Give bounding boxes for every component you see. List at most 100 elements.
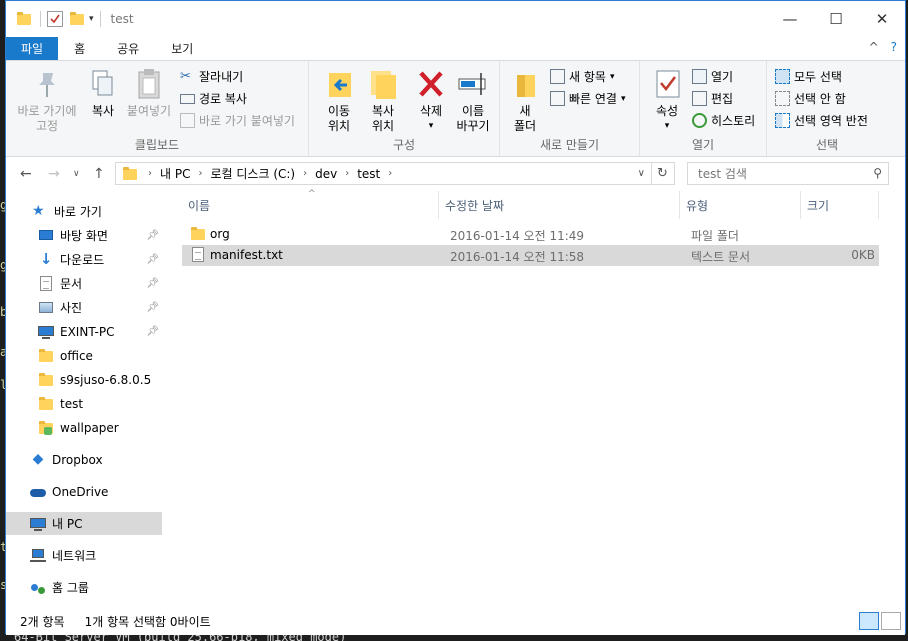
file-row[interactable]: manifest.txt 2016-01-14 오전 11:58 텍스트 문서 … (182, 245, 879, 266)
properties-check-icon[interactable] (47, 11, 63, 27)
nav-network[interactable]: 네트워크 (6, 544, 162, 567)
pin-icon[interactable]: 📌︎ (146, 254, 159, 265)
column-header-type[interactable]: 유형 (680, 191, 801, 219)
nav-item-downloads[interactable]: ↓ 다운로드 📌︎ (6, 248, 162, 271)
column-header-name[interactable]: 이름 (182, 191, 439, 219)
easy-access-button[interactable]: 빠른 연결 ▾ (550, 88, 626, 109)
select-all-label: 모두 선택 (794, 70, 842, 84)
invert-selection-button[interactable]: 선택 영역 반전 (775, 110, 868, 131)
nav-onedrive[interactable]: OneDrive (6, 480, 162, 503)
nav-item-desktop[interactable]: 바탕 화면 📌︎ (6, 224, 162, 247)
tab-home[interactable]: 홈 (58, 37, 101, 60)
select-none-label: 선택 안 함 (794, 92, 846, 106)
nav-dropbox-label: Dropbox (52, 452, 103, 467)
help-icon[interactable]: ? (891, 40, 897, 54)
pin-icon[interactable]: 📌︎ (146, 278, 159, 289)
breadcrumb-test[interactable]: test (357, 167, 380, 181)
nav-quick-access[interactable]: ★ 바로 가기 (6, 200, 162, 223)
select-none-button[interactable]: 선택 안 함 (775, 88, 846, 109)
column-header-size[interactable]: 크기 (801, 191, 879, 219)
tab-view[interactable]: 보기 (155, 37, 209, 60)
copy-path-label: 경로 복사 (199, 92, 247, 106)
back-arrow-icon[interactable]: ← (20, 166, 32, 182)
close-button[interactable]: ✕ (859, 1, 905, 37)
delete-dropdown-icon[interactable]: ▾ (429, 119, 434, 134)
file-date: 2016-01-14 오전 11:58 (450, 250, 585, 264)
history-button[interactable]: 히스토리 (692, 110, 755, 131)
search-box[interactable]: test 검색 ⚲ (687, 162, 889, 185)
recent-dropdown-icon[interactable]: ∨ (73, 169, 80, 179)
up-arrow-icon[interactable]: ↑ (93, 166, 105, 182)
select-all-button[interactable]: 모두 선택 (775, 66, 842, 87)
nav-item-office[interactable]: office (6, 344, 162, 367)
status-bar: 2개 항목 1개 항목 선택함 0바이트 (6, 607, 905, 635)
properties-button[interactable]: 속성 ▾ (650, 67, 684, 134)
nav-item-label: s9sjuso-6.8.0.5 (60, 372, 152, 387)
rename-label: 이름 바꾸기 (456, 104, 490, 133)
minimize-button[interactable]: — (767, 1, 813, 37)
new-folder-icon[interactable] (69, 11, 85, 27)
copy-to-label: 복사 위치 (371, 104, 395, 133)
nav-item-wallpaper[interactable]: wallpaper (6, 416, 162, 439)
nav-item-label: 바탕 화면 (60, 229, 108, 243)
pin-icon[interactable]: 📌︎ (146, 230, 159, 241)
copy-path-button[interactable]: 경로 복사 (180, 88, 247, 109)
move-to-button[interactable]: 이동 위치 (319, 67, 359, 134)
nav-dropbox[interactable]: ◆ Dropbox (6, 448, 162, 471)
details-view-icon[interactable] (859, 612, 879, 630)
qa-dropdown-icon[interactable]: ▾ (89, 14, 94, 24)
cut-button[interactable]: ✂ 잘라내기 (180, 66, 243, 87)
text-file-icon (190, 247, 206, 263)
pin-icon[interactable]: 📌︎ (146, 326, 159, 337)
search-placeholder: test 검색 (698, 167, 747, 181)
properties-icon (651, 67, 683, 101)
organize-group-label: 구성 (392, 138, 416, 152)
copy-button[interactable]: 복사 (86, 67, 120, 119)
explorer-window: ▾ test — ☐ ✕ 파일 홈 공유 보기 ^ ? 바로 가기에 고정 복사… (5, 0, 906, 635)
rename-button[interactable]: 이름 바꾸기 (453, 67, 493, 134)
column-header-date[interactable]: 수정한 날짜 (439, 191, 680, 219)
file-row[interactable]: org 2016-01-14 오전 11:49 파일 폴더 (182, 224, 879, 245)
nav-item-exint-pc[interactable]: EXINT-PC 📌︎ (6, 320, 162, 343)
address-dropdown-icon[interactable]: ∨ (638, 168, 645, 179)
easy-access-dropdown-icon[interactable]: ▾ (621, 94, 626, 104)
address-bar[interactable]: › 내 PC › 로컬 디스크 (C:) › dev › test › ∨ (115, 162, 652, 185)
new-folder-button[interactable]: 새 폴더 (508, 67, 542, 134)
nav-item-test[interactable]: test (6, 392, 162, 415)
new-item-dropdown-icon[interactable]: ▾ (610, 72, 615, 82)
breadcrumb-this-pc[interactable]: 내 PC (160, 165, 190, 182)
download-icon: ↓ (39, 249, 53, 268)
open-label: 열기 (711, 70, 734, 84)
refresh-button[interactable]: ↻ (651, 162, 675, 185)
new-group: 새 폴더 새 항목 ▾ 빠른 연결 ▾ 새로 만들기 (500, 61, 640, 156)
maximize-button[interactable]: ☐ (813, 1, 859, 37)
nav-item-pictures[interactable]: 사진 📌︎ (6, 296, 162, 319)
large-icons-view-icon[interactable] (881, 612, 901, 630)
tab-file[interactable]: 파일 (6, 37, 59, 60)
nav-homegroup[interactable]: 홈 그룹 (6, 576, 162, 599)
nav-item-documents[interactable]: 문서 📌︎ (6, 272, 162, 295)
edit-icon (692, 91, 707, 106)
paste-shortcut-button[interactable]: 바로 가기 붙여넣기 (180, 110, 295, 131)
nav-this-pc[interactable]: 내 PC (6, 512, 162, 535)
select-all-icon (775, 69, 790, 84)
folder-icon (38, 348, 54, 364)
ribbon-collapse-icon[interactable]: ^ (869, 40, 879, 54)
paste-button[interactable]: 붙여넣기 (124, 67, 174, 119)
select-group: 모두 선택 선택 안 함 선택 영역 반전 선택 (767, 61, 887, 156)
copy-to-button[interactable]: 복사 위치 (363, 67, 403, 134)
pin-quick-access-button[interactable]: 바로 가기에 고정 (12, 67, 82, 134)
nav-item-s9sjuso[interactable]: s9sjuso-6.8.0.5 (6, 368, 162, 391)
tab-share[interactable]: 공유 (101, 37, 155, 60)
breadcrumb-local-disk[interactable]: 로컬 디스크 (C:) (210, 165, 295, 182)
delete-button[interactable]: 삭제 ▾ (413, 67, 449, 134)
paste-shortcut-label: 바로 가기 붙여넣기 (199, 114, 295, 128)
column-size-label: 크기 (807, 198, 830, 213)
pin-icon[interactable]: 📌︎ (146, 302, 159, 313)
properties-dropdown-icon[interactable]: ▾ (665, 119, 670, 134)
forward-arrow-icon[interactable]: → (48, 166, 60, 182)
breadcrumb-dev[interactable]: dev (315, 167, 337, 181)
new-item-button[interactable]: 새 항목 ▾ (550, 66, 614, 87)
edit-button[interactable]: 편집 (692, 88, 733, 109)
open-button[interactable]: 열기 (692, 66, 733, 87)
